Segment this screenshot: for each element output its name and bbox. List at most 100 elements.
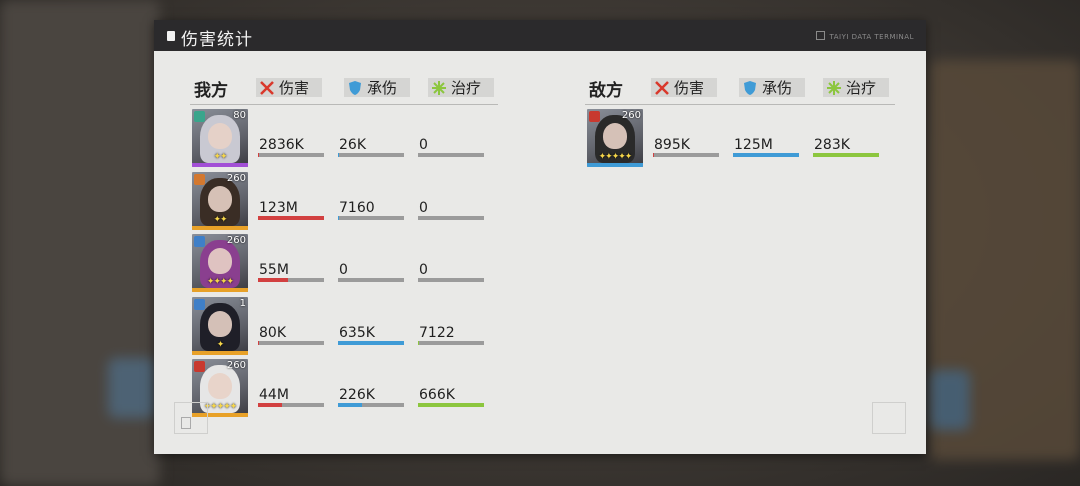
- damage-value: 55M: [259, 262, 289, 278]
- corner-decoration-left: [174, 402, 208, 434]
- heal-bar-track: [418, 153, 484, 157]
- enemy-heal-header: 治疗: [823, 78, 889, 97]
- heal-bar-track: [418, 278, 484, 282]
- ally-label: 我方: [194, 81, 228, 101]
- enemy-label: 敌方: [589, 81, 623, 101]
- character-face: [208, 248, 232, 274]
- ally-unit-portrait[interactable]: 1 ✦: [192, 296, 248, 355]
- shield-icon: [346, 79, 363, 96]
- corner-glyph: [181, 417, 191, 429]
- damage-bar-track: [258, 215, 324, 220]
- heal-value: 0: [419, 262, 428, 278]
- damage-stat: 123M: [258, 200, 324, 220]
- background-shape: [108, 358, 156, 418]
- character-face: [208, 123, 232, 149]
- level-label: 80: [233, 110, 246, 121]
- damage-bar-fill: [258, 215, 324, 220]
- character-face: [208, 185, 232, 212]
- taken-bar-track: [338, 153, 404, 157]
- damage-bar-track: [258, 153, 324, 157]
- damage-stat: 44M: [258, 387, 324, 407]
- damage-stat: 895K: [653, 137, 719, 157]
- ally-divider: [190, 104, 498, 105]
- heal-bar-track: [418, 340, 484, 345]
- heal-bar-fill: [418, 340, 419, 345]
- star-rating: ✦✦✦✦: [206, 277, 234, 287]
- terminal-icon: [816, 31, 826, 40]
- ally-unit-portrait[interactable]: 80 ✦✦: [192, 109, 248, 167]
- taken-stat: 0: [338, 262, 404, 282]
- heal-bar-track: [418, 403, 484, 407]
- level-label: 1: [239, 297, 246, 309]
- level-label: 260: [621, 110, 641, 121]
- taken-stat: 26K: [338, 137, 404, 157]
- damage-statistics-panel: 伤害统计 TAIYI DATA TERMINAL 我方 伤害 承伤 治疗 敌方 …: [154, 20, 926, 454]
- star-rating: ✦✦: [213, 214, 227, 225]
- damage-bar-track: [258, 278, 324, 282]
- rarity-bar: [192, 225, 248, 230]
- heal-header-label: 治疗: [846, 79, 877, 97]
- taken-bar-fill: [338, 153, 340, 157]
- damage-stat: 80K: [258, 325, 324, 345]
- damage-bar-fill: [258, 278, 288, 282]
- heal-bar-fill: [418, 403, 484, 407]
- ally-header: 我方 伤害 承伤 治疗: [194, 76, 504, 101]
- enemy-damage-header: 伤害: [651, 78, 717, 97]
- title-marker-icon: [167, 31, 175, 41]
- rarity-bar: [587, 163, 643, 167]
- heal-value: 7122: [419, 324, 455, 341]
- heal-stat: 0: [418, 200, 484, 220]
- character-face: [208, 310, 232, 337]
- heal-bar-fill: [813, 153, 879, 157]
- star-rating: ✦✦: [213, 152, 227, 162]
- damage-header-label: 伤害: [674, 79, 705, 97]
- damage-bar-fill: [258, 153, 260, 157]
- damage-bar-track: [258, 403, 324, 407]
- heal-sparkle-icon: [430, 79, 447, 96]
- rarity-bar: [192, 288, 248, 292]
- taken-bar-fill: [338, 403, 362, 407]
- ally-unit-portrait[interactable]: 260 ✦✦✦✦: [192, 234, 248, 292]
- star-rating: ✦: [216, 339, 225, 350]
- guard-icon: [194, 298, 205, 310]
- taken-value: 125M: [734, 137, 773, 153]
- taken-bar-fill: [338, 215, 339, 220]
- taken-stat: 226K: [338, 387, 404, 407]
- taken-value: 0: [339, 262, 348, 278]
- enemy-header: 敌方 伤害 承伤 治疗: [589, 76, 899, 101]
- taken-bar-track: [338, 340, 404, 345]
- taken-value: 26K: [339, 137, 366, 153]
- panel-title: 伤害统计: [181, 30, 253, 50]
- level-label: 260: [226, 235, 246, 246]
- taken-bar-track: [733, 153, 799, 157]
- enemy-unit-portrait[interactable]: 260 ✦✦✦✦✦: [587, 109, 643, 167]
- corner-decoration-right: [872, 402, 906, 434]
- heal-sparkle-icon: [825, 79, 842, 96]
- damage-value: 2836K: [259, 137, 304, 153]
- heal-stat: 0: [418, 262, 484, 282]
- taken-value: 7160: [339, 199, 375, 216]
- rarity-bar: [192, 350, 248, 355]
- ally-taken-header: 承伤: [344, 78, 410, 97]
- heal-value: 283K: [814, 137, 850, 153]
- star-rating: ✦✦✦✦✦: [598, 152, 633, 162]
- attacker-icon: [589, 111, 600, 122]
- background-shape: [930, 370, 970, 430]
- damage-value: 895K: [654, 137, 690, 153]
- taken-stat: 7160: [338, 200, 404, 220]
- taken-bar-fill: [733, 153, 799, 157]
- shield-icon: [741, 79, 758, 96]
- heal-bar-track: [418, 215, 484, 220]
- heal-stat: 283K: [813, 137, 879, 157]
- striker-icon: [194, 173, 205, 185]
- taken-bar-track: [338, 278, 404, 282]
- crossed-swords-icon: [653, 79, 670, 96]
- ally-unit-portrait[interactable]: 260 ✦✦: [192, 171, 248, 230]
- damage-bar-fill: [258, 403, 282, 407]
- attacker-icon: [194, 361, 205, 372]
- damage-value: 123M: [259, 199, 298, 216]
- terminal-label: TAIYI DATA TERMINAL: [816, 31, 914, 41]
- heal-bar-track: [813, 153, 879, 157]
- taken-header-label: 承伤: [762, 79, 793, 97]
- damage-value: 80K: [259, 324, 286, 341]
